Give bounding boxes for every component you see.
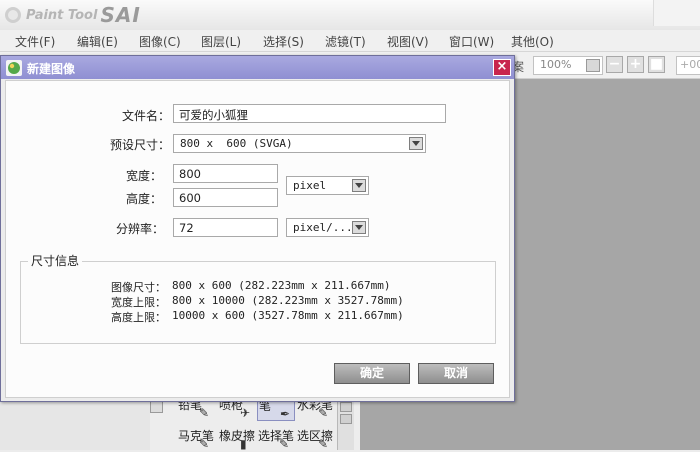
scroll-thumb[interactable] <box>340 414 352 424</box>
chevron-down-icon[interactable] <box>352 221 366 234</box>
dialog-title-bar[interactable]: 新建图像 × <box>1 56 514 79</box>
size-unit-select[interactable]: pixel <box>286 176 369 195</box>
angle-field[interactable]: +00 <box>676 56 700 75</box>
width-label: 宽度： <box>125 169 162 183</box>
height-limit-value: 10000 x 600 (3527.78mm x 211.667mm) <box>172 309 404 322</box>
zoom-select[interactable]: 100% <box>533 56 603 75</box>
dialog-app-icon <box>6 60 22 76</box>
filename-value: 可爱的小狐狸 <box>179 108 248 122</box>
marker-icon: ✎ <box>199 437 210 451</box>
image-size-label: 图像尺寸： <box>111 281 166 294</box>
app-title-bar: Paint Tool SAI <box>0 0 700 30</box>
dialog-close-button[interactable]: × <box>493 59 511 76</box>
watercolor-icon: ✎ <box>318 406 329 420</box>
chevron-down-icon[interactable] <box>352 179 366 192</box>
menu-filter[interactable]: 滤镜(T) <box>325 33 366 50</box>
height-limit-label: 高度上限： <box>111 311 166 324</box>
tool-select-eraser[interactable]: 选区擦 ✎ <box>296 427 334 452</box>
menu-view[interactable]: 视图(V) <box>387 33 429 50</box>
size-unit-value: pixel <box>293 179 327 192</box>
preset-select[interactable]: 800 x 600 (SVGA) <box>173 134 426 153</box>
menu-other[interactable]: 其他(O) <box>511 33 554 50</box>
tool-marker[interactable]: 马克笔 ✎ <box>177 427 215 452</box>
width-input[interactable]: 800 <box>173 164 278 183</box>
tool-palette-scrollbar[interactable] <box>337 400 354 450</box>
height-input[interactable]: 600 <box>173 188 278 207</box>
filename-input[interactable]: 可爱的小狐狸 <box>173 104 446 123</box>
zoom-dropdown-icon[interactable] <box>586 59 600 72</box>
select-pen-icon: ✎ <box>279 437 290 451</box>
reset-icon: ■ <box>649 56 664 72</box>
plus-icon: + <box>629 56 642 72</box>
pen-icon: ✒ <box>280 407 291 421</box>
tool-eraser[interactable]: 橡皮擦 ▮ <box>218 427 256 452</box>
angle-value: +00 <box>680 58 700 71</box>
logo-text-sai: SAI <box>100 3 141 27</box>
new-image-dialog: 新建图像 × 文件名： 可爱的小狐狸 预设尺寸： 800 x 600 (SVGA… <box>0 55 515 402</box>
resolution-input[interactable]: 72 <box>173 218 278 237</box>
window-controls[interactable] <box>653 0 700 26</box>
dialog-body: 文件名： 可爱的小狐狸 预设尺寸： 800 x 600 (SVGA) 宽度： 8… <box>5 80 510 398</box>
chevron-down-icon[interactable] <box>409 137 423 150</box>
app-logo: Paint Tool SAI <box>4 3 141 27</box>
eraser-icon: ▮ <box>240 437 247 451</box>
menu-edit[interactable]: 编辑(E) <box>77 33 118 50</box>
filename-label: 文件名： <box>121 109 170 123</box>
image-size-value: 800 x 600 (282.223mm x 211.667mm) <box>172 279 391 292</box>
menu-file[interactable]: 文件(F) <box>15 33 55 50</box>
close-icon: × <box>496 59 508 74</box>
minus-icon: − <box>608 56 621 72</box>
menu-layer[interactable]: 图层(L) <box>201 33 241 50</box>
menu-window[interactable]: 窗口(W) <box>449 33 494 50</box>
ok-button[interactable]: 确定 <box>334 363 410 384</box>
logo-text-paint: Paint Tool <box>26 7 98 23</box>
size-info-title: 尺寸信息 <box>28 252 83 269</box>
menu-select[interactable]: 选择(S) <box>263 33 304 50</box>
width-value: 800 <box>179 167 201 181</box>
width-limit-value: 800 x 10000 (282.223mm x 3527.78mm) <box>172 294 404 307</box>
cancel-button[interactable]: 取消 <box>418 363 494 384</box>
tool-select-pen[interactable]: 选择笔 ✎ <box>257 427 295 452</box>
select-eraser-icon: ✎ <box>318 437 329 451</box>
width-limit-label: 宽度上限： <box>111 296 166 309</box>
zoom-reset-button[interactable]: ■ <box>648 56 665 73</box>
zoom-out-button[interactable]: − <box>606 56 623 73</box>
height-value: 600 <box>179 191 201 205</box>
pencil-icon: ✎ <box>199 406 210 420</box>
zoom-value: 100% <box>540 58 572 71</box>
resolution-value: 72 <box>179 221 194 235</box>
app-logo-icon <box>5 7 21 23</box>
resolution-label: 分辨率： <box>115 222 164 236</box>
resolution-unit-value: pixel/... <box>293 221 353 234</box>
zoom-in-button[interactable]: + <box>627 56 644 73</box>
preset-value: 800 x 600 (SVGA) <box>180 137 293 150</box>
height-label: 高度： <box>125 192 162 206</box>
dialog-title: 新建图像 <box>27 62 76 76</box>
scroll-up-icon[interactable] <box>340 402 352 412</box>
tool-name: 橡皮擦 <box>219 429 256 443</box>
resolution-unit-select[interactable]: pixel/... <box>286 218 369 237</box>
airbrush-icon: ✈ <box>240 406 251 420</box>
preset-label: 预设尺寸： <box>109 138 170 152</box>
menu-bar: 文件(F) 编辑(E) 图像(C) 图层(L) 选择(S) 滤镜(T) 视图(V… <box>0 30 700 52</box>
menu-image[interactable]: 图像(C) <box>139 33 181 50</box>
